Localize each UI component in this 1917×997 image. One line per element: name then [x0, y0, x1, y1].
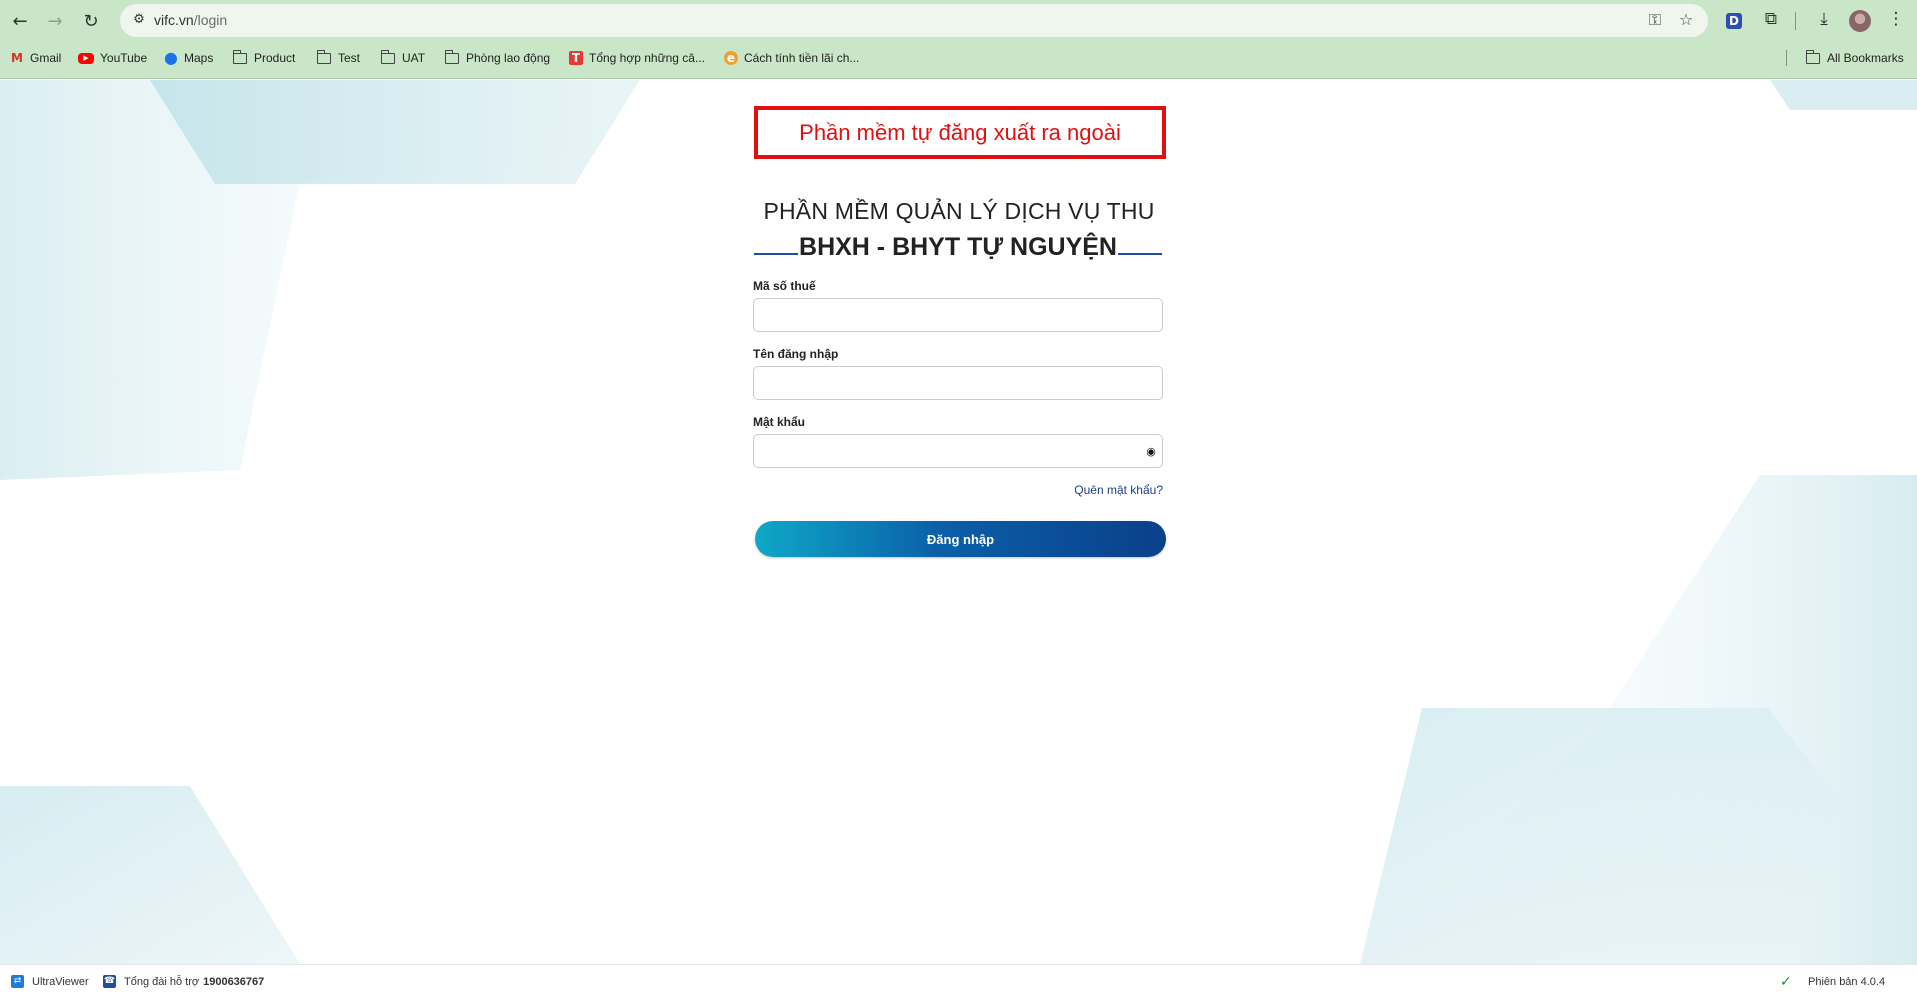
bookmark-label: YouTube — [100, 51, 148, 65]
profile-avatar[interactable] — [1849, 10, 1871, 32]
all-bookmarks-label: All Bookmarks — [1827, 51, 1904, 65]
tax-code-label: Mã số thuế — [753, 279, 816, 293]
bookmarks-bar: M Gmail ▶ YouTube ⬤ Maps Product Test UAT P… — [0, 45, 1917, 71]
bookmark-label: Test — [338, 51, 361, 65]
support-hotline[interactable]: ☎ Tổng đài hỗ trợ 1900636767 — [103, 975, 264, 988]
login-page: Phần mềm tự đăng xuất ra ngoài PHẦN MỀM … — [0, 80, 1917, 964]
alert-message: Phần mềm tự đăng xuất ra ngoài — [799, 119, 1121, 145]
phone-icon: ☎ — [103, 975, 116, 988]
site-settings-icon[interactable]: ⚙ — [130, 12, 148, 30]
page-footer: ⇄ UltraViewer ☎ Tổng đài hỗ trợ 19006367… — [0, 964, 1917, 997]
folder-icon — [380, 49, 395, 64]
forgot-password-link[interactable]: Quên mật khẩu? — [1074, 483, 1163, 497]
page-title: PHẦN MỀM QUẢN LÝ DỊCH VỤ THU — [763, 198, 1155, 224]
folder-icon — [316, 49, 331, 64]
bookmark-label: Tổng hợp những câ... — [589, 51, 705, 65]
folder-icon — [444, 49, 459, 64]
title-decor-line-left — [754, 253, 798, 255]
reload-icon[interactable]: ↻ — [79, 9, 103, 33]
bookmark-phong-lao-dong[interactable]: Phòng lao động — [444, 48, 551, 68]
password-input[interactable] — [753, 434, 1163, 468]
menu-kebab-icon[interactable]: ⋮ — [1884, 9, 1908, 33]
bg-hex-top-right — [1770, 80, 1917, 110]
all-bookmarks[interactable]: All Bookmarks — [1805, 48, 1904, 68]
tax-code-input[interactable] — [753, 298, 1163, 332]
forward-arrow-icon[interactable]: → — [43, 9, 67, 33]
show-password-eye-icon[interactable]: ◉ — [1144, 445, 1158, 459]
toolbar-divider — [1795, 12, 1796, 30]
back-arrow-icon[interactable]: ← — [8, 9, 32, 33]
bookmark-label: Gmail — [30, 51, 62, 65]
password-label: Mật khẩu — [753, 415, 806, 429]
ultraviewer-icon: ⇄ — [11, 975, 24, 988]
page-subtitle: BHXH - BHYT TỰ NGUYỆN — [799, 232, 1117, 261]
extension-d-icon[interactable]: D — [1726, 13, 1742, 29]
address-bar[interactable]: ⚙ vifc.vn/login ⚿ ☆ — [120, 4, 1708, 37]
bookmark-label: Phòng lao động — [466, 51, 551, 65]
password-key-icon[interactable]: ⚿ — [1644, 10, 1666, 32]
folder-icon — [1805, 49, 1820, 64]
title-decor-line-right — [1118, 253, 1162, 255]
address-url[interactable]: vifc.vn/login — [154, 12, 227, 28]
youtube-icon: ▶ — [78, 52, 94, 64]
version-info: ✓ Phiên bản 4.0.4 — [1780, 975, 1885, 989]
bookmark-youtube[interactable]: ▶ YouTube — [78, 48, 147, 68]
page-subtitle-row: BHXH - BHYT TỰ NGUYỆN — [754, 230, 1162, 264]
ultraviewer-link[interactable]: ⇄ UltraViewer — [11, 975, 89, 988]
bg-hex-bottom-right-inner — [1360, 708, 1840, 964]
url-path: /login — [193, 12, 228, 28]
bookmark-label: UAT — [402, 51, 426, 65]
maps-icon: ⬤ — [164, 51, 178, 65]
bookmark-gmail[interactable]: M Gmail — [10, 48, 61, 68]
username-input[interactable] — [753, 366, 1163, 400]
bookmark-star-icon[interactable]: ☆ — [1675, 10, 1697, 32]
download-icon[interactable]: ⤓ — [1812, 9, 1836, 33]
bookmark-maps[interactable]: ⬤ Maps — [164, 48, 213, 68]
bookmarks-divider — [1786, 50, 1787, 66]
browser-chrome: ← → ↻ ⚙ vifc.vn/login ⚿ ☆ D ⧉ ⤓ ⋮ M Gmail… — [0, 0, 1917, 79]
bookmark-test[interactable]: Test — [316, 48, 361, 68]
folder-icon — [232, 49, 247, 64]
support-label: Tổng đài hỗ trợ — [124, 975, 200, 988]
bookmark-uat[interactable]: UAT — [380, 48, 426, 68]
bookmark-label: Maps — [184, 51, 214, 65]
auto-logout-alert: Phần mềm tự đăng xuất ra ngoài — [754, 106, 1166, 159]
username-label: Tên đăng nhập — [753, 347, 839, 361]
bg-hex-bottom-left — [0, 786, 300, 964]
e-site-icon: e — [724, 51, 738, 65]
extensions-puzzle-icon[interactable]: ⧉ — [1759, 9, 1783, 33]
url-host: vifc.vn — [154, 12, 194, 28]
support-phone-number: 1900636767 — [203, 975, 265, 988]
bookmark-label: Product — [254, 51, 296, 65]
bg-hex-top-left-inner — [150, 80, 640, 184]
bookmark-cach-tinh[interactable]: e Cách tính tiền lãi ch... — [724, 48, 859, 68]
version-label: Phiên bản 4.0.4 — [1808, 976, 1886, 988]
ultraviewer-label: UltraViewer — [32, 975, 89, 988]
bookmark-tong-hop[interactable]: T Tổng hợp những câ... — [569, 48, 705, 68]
version-logo-icon: ✓ — [1780, 974, 1792, 990]
login-button[interactable]: Đăng nhập — [755, 521, 1166, 557]
t-site-icon: T — [569, 51, 583, 65]
bookmark-label: Cách tính tiền lãi ch... — [744, 51, 860, 65]
gmail-icon: M — [11, 51, 23, 65]
bookmark-product[interactable]: Product — [232, 48, 296, 68]
